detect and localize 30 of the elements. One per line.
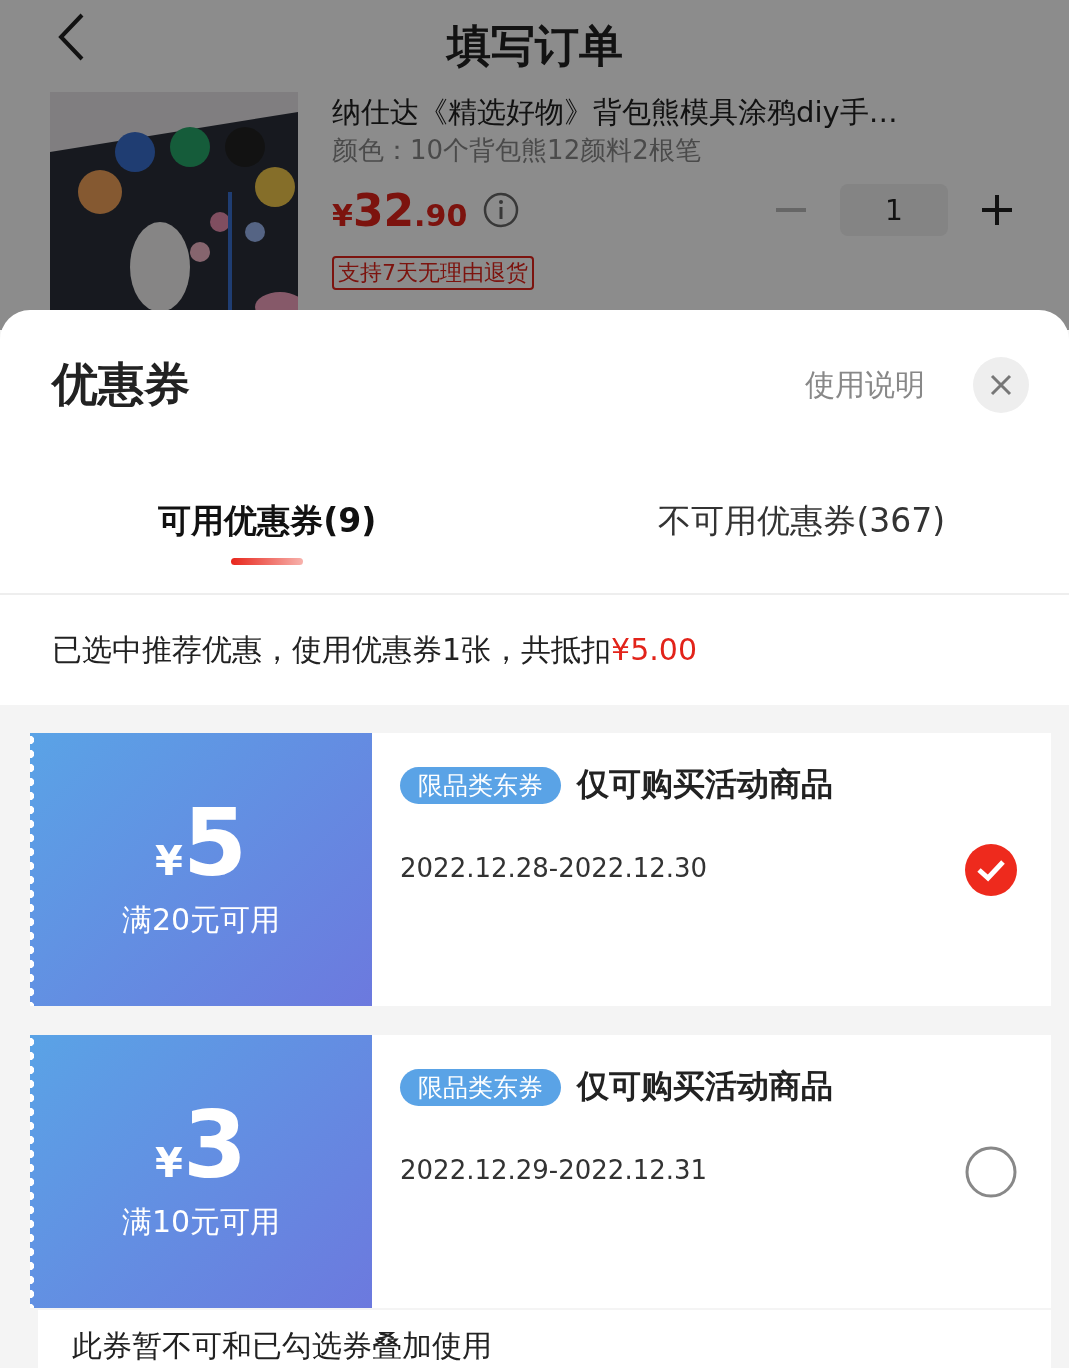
page-title: 填写订单 bbox=[446, 18, 623, 73]
back-icon[interactable] bbox=[56, 12, 86, 62]
coupon-tab[interactable]: 不可用优惠券(367) bbox=[658, 498, 946, 544]
checked-radio-icon[interactable] bbox=[964, 842, 1018, 897]
product-price: ¥32.90 bbox=[332, 184, 468, 236]
product-spec: 颜色：10个背包熊12颜料2根笔 bbox=[332, 134, 702, 167]
product-title: 纳仕达《精选好物》背包熊模具涂鸦diy手… bbox=[332, 94, 899, 131]
radio-icon[interactable] bbox=[964, 1144, 1018, 1199]
coupon-tag: 限品类东券 bbox=[400, 766, 561, 804]
quantity-field[interactable]: 1 bbox=[840, 184, 948, 236]
summary-text: 已选中推荐优惠，使用优惠券1张，共抵扣¥5.00 bbox=[52, 630, 697, 669]
info-icon[interactable] bbox=[483, 192, 520, 228]
coupon-condition: 满20元可用 bbox=[121, 901, 281, 939]
coupon-tag: 限品类东券 bbox=[400, 1068, 561, 1106]
help-link[interactable]: 使用说明 bbox=[805, 364, 925, 406]
coupon-card[interactable]: ¥5 满20元可用 限品类东券 仅可购买活动商品 2022.12.28-2022.12.30 bbox=[30, 733, 1051, 1006]
close-icon[interactable] bbox=[973, 357, 1029, 413]
plus-icon[interactable] bbox=[982, 195, 1012, 225]
coupon-amount: ¥5 bbox=[155, 798, 247, 890]
coupon-tab[interactable]: 可用优惠券(9) bbox=[158, 498, 377, 544]
coupon-condition: 满10元可用 bbox=[121, 1203, 281, 1241]
coupon-dates: 2022.12.29-2022.12.31 bbox=[400, 1155, 709, 1185]
note-text: 此券暂不可和已勾选券叠加使用 bbox=[72, 1328, 492, 1363]
return-badge: 支持7天无理由退货 bbox=[332, 256, 534, 290]
coupon-card[interactable]: ¥3 满10元可用 限品类东券 仅可购买活动商品 2022.12.29-2022.12.31 bbox=[30, 1035, 1051, 1308]
coupon-amount: ¥3 bbox=[155, 1100, 247, 1192]
sheet-title: 优惠券 bbox=[52, 356, 190, 413]
coupon-dates: 2022.12.28-2022.12.30 bbox=[400, 853, 709, 883]
coupon-description: 仅可购买活动商品 bbox=[577, 1066, 833, 1107]
coupon-description: 仅可购买活动商品 bbox=[577, 764, 833, 805]
